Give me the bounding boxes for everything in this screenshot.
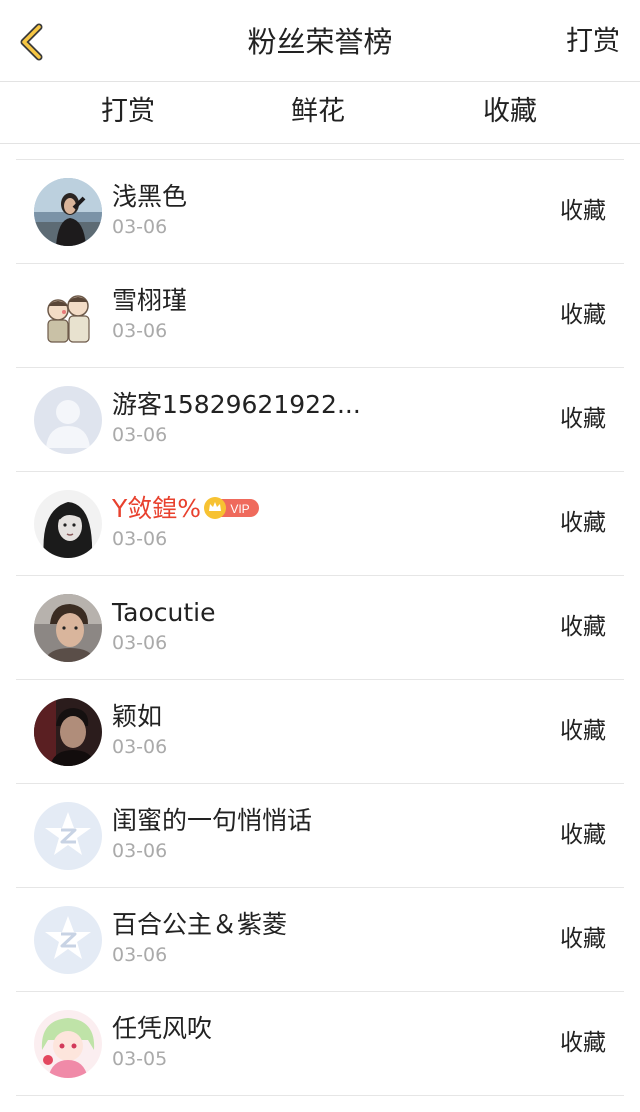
fan-name: 雪栩瑾: [112, 286, 188, 315]
fan-date: 03-06: [112, 320, 168, 342]
list-item[interactable]: 任凭风吹 03-05 收藏: [16, 992, 624, 1096]
default-star-icon: [34, 906, 102, 974]
vip-badge-label: VIP: [230, 502, 249, 516]
list-item[interactable]: 颖如 03-06 收藏: [16, 680, 624, 784]
fan-name: Taocutie: [112, 598, 216, 627]
fan-name: 百合公主＆紫菱: [112, 910, 288, 939]
fan-date: 03-06: [112, 736, 168, 758]
fan-name: 颖如: [112, 702, 163, 731]
tab-reward[interactable]: 打赏: [68, 92, 188, 132]
avatar: [34, 1010, 102, 1078]
favorite-action[interactable]: 收藏: [560, 506, 606, 540]
list-item[interactable]: 游客15829621922... 03-06 收藏: [16, 368, 624, 472]
page-title: 粉丝荣誉榜: [247, 25, 393, 59]
tab-flowers[interactable]: 鲜花: [258, 92, 378, 132]
avatar: [34, 282, 102, 350]
user-photo-icon: [34, 490, 102, 558]
list-item[interactable]: 闺蜜的一句悄悄话 03-06 收藏: [16, 784, 624, 888]
fan-name: 游客15829621922...: [112, 390, 361, 419]
fan-name: 闺蜜的一句悄悄话: [112, 806, 313, 835]
avatar: [34, 594, 102, 662]
avatar: [34, 698, 102, 766]
fan-name-text: Y敛鍠%: [112, 494, 202, 523]
fan-list: 浅黑色 03-06 收藏 雪栩瑾 03-06 收藏 游客15829621922.…: [16, 159, 624, 1096]
avatar: [34, 178, 102, 246]
favorite-action[interactable]: 收藏: [560, 194, 606, 228]
top-nav-bar: 粉丝荣誉榜 打赏: [0, 0, 640, 82]
fan-date: 03-06: [112, 944, 168, 966]
avatar: [34, 802, 102, 870]
user-photo-icon: [34, 594, 102, 662]
default-user-icon: [34, 386, 102, 454]
user-photo-icon: [34, 178, 102, 246]
vip-badge: VIP: [204, 497, 260, 519]
avatar: [34, 906, 102, 974]
list-item[interactable]: Y敛鍠% VIP 03-06 收藏: [16, 472, 624, 576]
tab-bar: 打赏 鲜花 收藏: [0, 82, 640, 144]
favorite-action[interactable]: 收藏: [560, 922, 606, 956]
fan-name: 浅黑色: [112, 182, 188, 211]
fan-date: 03-06: [112, 424, 168, 446]
list-item[interactable]: 浅黑色 03-06 收藏: [16, 160, 624, 264]
favorite-action[interactable]: 收藏: [560, 402, 606, 436]
fan-name: Y敛鍠% VIP: [112, 492, 261, 526]
fan-date: 03-06: [112, 840, 168, 862]
reward-button[interactable]: 打赏: [566, 22, 620, 62]
fan-name: 任凭风吹: [112, 1014, 213, 1043]
fan-date: 03-06: [112, 216, 168, 238]
list-item[interactable]: Taocutie 03-06 收藏: [16, 576, 624, 680]
fan-date: 03-06: [112, 528, 168, 550]
tab-favorites[interactable]: 收藏: [450, 92, 570, 132]
fan-date: 03-05: [112, 1048, 168, 1070]
avatar: [34, 490, 102, 558]
favorite-action[interactable]: 收藏: [560, 1026, 606, 1060]
list-item[interactable]: 雪栩瑾 03-06 收藏: [16, 264, 624, 368]
favorite-action[interactable]: 收藏: [560, 298, 606, 332]
favorite-action[interactable]: 收藏: [560, 610, 606, 644]
fan-date: 03-06: [112, 632, 168, 654]
list-item[interactable]: 百合公主＆紫菱 03-06 收藏: [16, 888, 624, 992]
anime-avatar-icon: [34, 1010, 102, 1078]
default-star-icon: [34, 802, 102, 870]
favorite-action[interactable]: 收藏: [560, 714, 606, 748]
user-photo-icon: [34, 698, 102, 766]
favorite-action[interactable]: 收藏: [560, 818, 606, 852]
avatar: [34, 386, 102, 454]
cartoon-couple-icon: [34, 282, 102, 350]
